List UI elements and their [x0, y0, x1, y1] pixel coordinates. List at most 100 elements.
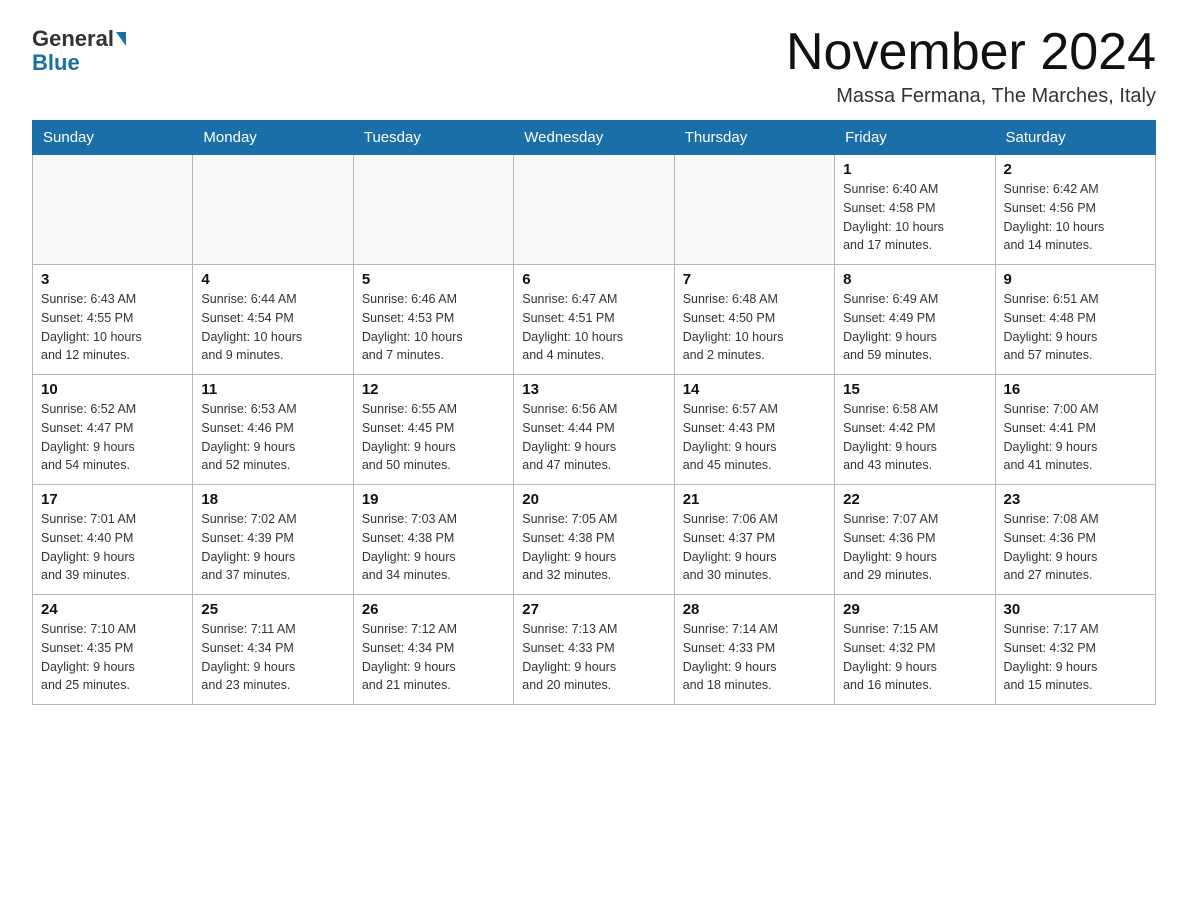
- calendar-cell: 20 Sunrise: 7:05 AM Sunset: 4:38 PM Dayli…: [514, 485, 674, 595]
- calendar-table: SundayMondayTuesdayWednesdayThursdayFrid…: [32, 120, 1156, 705]
- day-number: 4: [201, 271, 344, 288]
- day-info: Sunrise: 7:13 AM Sunset: 4:33 PM Dayligh…: [522, 620, 665, 695]
- day-info: Sunrise: 6:46 AM Sunset: 4:53 PM Dayligh…: [362, 290, 505, 365]
- calendar-cell: 1 Sunrise: 6:40 AM Sunset: 4:58 PM Daylig…: [835, 155, 995, 265]
- calendar-cell: [674, 155, 834, 265]
- day-number: 11: [201, 381, 344, 398]
- day-info: Sunrise: 7:03 AM Sunset: 4:38 PM Dayligh…: [362, 510, 505, 585]
- day-info: Sunrise: 6:52 AM Sunset: 4:47 PM Dayligh…: [41, 400, 184, 475]
- day-number: 16: [1004, 381, 1147, 398]
- day-number: 7: [683, 271, 826, 288]
- day-info: Sunrise: 6:57 AM Sunset: 4:43 PM Dayligh…: [683, 400, 826, 475]
- calendar-cell: 4 Sunrise: 6:44 AM Sunset: 4:54 PM Daylig…: [193, 265, 353, 375]
- day-info: Sunrise: 7:02 AM Sunset: 4:39 PM Dayligh…: [201, 510, 344, 585]
- day-info: Sunrise: 7:01 AM Sunset: 4:40 PM Dayligh…: [41, 510, 184, 585]
- day-info: Sunrise: 7:08 AM Sunset: 4:36 PM Dayligh…: [1004, 510, 1147, 585]
- calendar-cell: 30 Sunrise: 7:17 AM Sunset: 4:32 PM Dayli…: [995, 595, 1155, 705]
- day-info: Sunrise: 7:00 AM Sunset: 4:41 PM Dayligh…: [1004, 400, 1147, 475]
- logo-blue-text: Blue: [32, 50, 80, 76]
- day-number: 1: [843, 161, 986, 178]
- day-number: 10: [41, 381, 184, 398]
- calendar-cell: 10 Sunrise: 6:52 AM Sunset: 4:47 PM Dayli…: [33, 375, 193, 485]
- day-number: 29: [843, 601, 986, 618]
- week-row-2: 3 Sunrise: 6:43 AM Sunset: 4:55 PM Daylig…: [33, 265, 1156, 375]
- calendar-cell: 12 Sunrise: 6:55 AM Sunset: 4:45 PM Dayli…: [353, 375, 513, 485]
- calendar-cell: 23 Sunrise: 7:08 AM Sunset: 4:36 PM Dayli…: [995, 485, 1155, 595]
- day-number: 26: [362, 601, 505, 618]
- day-info: Sunrise: 7:14 AM Sunset: 4:33 PM Dayligh…: [683, 620, 826, 695]
- day-info: Sunrise: 6:40 AM Sunset: 4:58 PM Dayligh…: [843, 180, 986, 255]
- day-info: Sunrise: 6:49 AM Sunset: 4:49 PM Dayligh…: [843, 290, 986, 365]
- day-info: Sunrise: 6:58 AM Sunset: 4:42 PM Dayligh…: [843, 400, 986, 475]
- calendar-cell: 21 Sunrise: 7:06 AM Sunset: 4:37 PM Dayli…: [674, 485, 834, 595]
- day-number: 2: [1004, 161, 1147, 178]
- day-number: 14: [683, 381, 826, 398]
- day-info: Sunrise: 6:53 AM Sunset: 4:46 PM Dayligh…: [201, 400, 344, 475]
- day-number: 28: [683, 601, 826, 618]
- week-row-5: 24Sunrise: 7:10 AM Sunset: 4:35 PM Dayli…: [33, 595, 1156, 705]
- day-info: Sunrise: 7:05 AM Sunset: 4:38 PM Dayligh…: [522, 510, 665, 585]
- calendar-cell: 9 Sunrise: 6:51 AM Sunset: 4:48 PM Daylig…: [995, 265, 1155, 375]
- page-header: General Blue November 2024 Massa Fermana…: [32, 24, 1156, 108]
- calendar-cell: 16 Sunrise: 7:00 AM Sunset: 4:41 PM Dayli…: [995, 375, 1155, 485]
- weekday-header-tuesday: Tuesday: [353, 121, 513, 155]
- logo: General Blue: [32, 24, 126, 76]
- day-number: 25: [201, 601, 344, 618]
- calendar-cell: [33, 155, 193, 265]
- day-number: 8: [843, 271, 986, 288]
- calendar-cell: 13Sunrise: 6:56 AM Sunset: 4:44 PM Dayli…: [514, 375, 674, 485]
- calendar-cell: 5 Sunrise: 6:46 AM Sunset: 4:53 PM Daylig…: [353, 265, 513, 375]
- calendar-cell: 29 Sunrise: 7:15 AM Sunset: 4:32 PM Dayli…: [835, 595, 995, 705]
- day-number: 21: [683, 491, 826, 508]
- day-info: Sunrise: 7:11 AM Sunset: 4:34 PM Dayligh…: [201, 620, 344, 695]
- weekday-header-thursday: Thursday: [674, 121, 834, 155]
- day-info: Sunrise: 7:15 AM Sunset: 4:32 PM Dayligh…: [843, 620, 986, 695]
- day-number: 15: [843, 381, 986, 398]
- day-info: Sunrise: 6:42 AM Sunset: 4:56 PM Dayligh…: [1004, 180, 1147, 255]
- calendar-cell: 11 Sunrise: 6:53 AM Sunset: 4:46 PM Dayli…: [193, 375, 353, 485]
- day-info: Sunrise: 6:47 AM Sunset: 4:51 PM Dayligh…: [522, 290, 665, 365]
- day-number: 6: [522, 271, 665, 288]
- day-number: 20: [522, 491, 665, 508]
- day-info: Sunrise: 6:51 AM Sunset: 4:48 PM Dayligh…: [1004, 290, 1147, 365]
- calendar-cell: 19 Sunrise: 7:03 AM Sunset: 4:38 PM Dayli…: [353, 485, 513, 595]
- calendar-cell: 14 Sunrise: 6:57 AM Sunset: 4:43 PM Dayli…: [674, 375, 834, 485]
- day-number: 5: [362, 271, 505, 288]
- calendar-cell: 3 Sunrise: 6:43 AM Sunset: 4:55 PM Daylig…: [33, 265, 193, 375]
- day-number: 12: [362, 381, 505, 398]
- day-info: Sunrise: 7:12 AM Sunset: 4:34 PM Dayligh…: [362, 620, 505, 695]
- weekday-header-friday: Friday: [835, 121, 995, 155]
- day-number: 9: [1004, 271, 1147, 288]
- calendar-cell: 25 Sunrise: 7:11 AM Sunset: 4:34 PM Dayli…: [193, 595, 353, 705]
- weekday-header-wednesday: Wednesday: [514, 121, 674, 155]
- week-row-4: 17Sunrise: 7:01 AM Sunset: 4:40 PM Dayli…: [33, 485, 1156, 595]
- day-info: Sunrise: 7:17 AM Sunset: 4:32 PM Dayligh…: [1004, 620, 1147, 695]
- calendar-cell: 24Sunrise: 7:10 AM Sunset: 4:35 PM Dayli…: [33, 595, 193, 705]
- day-number: 30: [1004, 601, 1147, 618]
- day-number: 23: [1004, 491, 1147, 508]
- calendar-cell: 26 Sunrise: 7:12 AM Sunset: 4:34 PM Dayli…: [353, 595, 513, 705]
- day-info: Sunrise: 7:06 AM Sunset: 4:37 PM Dayligh…: [683, 510, 826, 585]
- day-info: Sunrise: 6:56 AM Sunset: 4:44 PM Dayligh…: [522, 400, 665, 475]
- logo-general-text: General: [32, 28, 114, 50]
- day-number: 19: [362, 491, 505, 508]
- day-info: Sunrise: 6:48 AM Sunset: 4:50 PM Dayligh…: [683, 290, 826, 365]
- day-info: Sunrise: 6:55 AM Sunset: 4:45 PM Dayligh…: [362, 400, 505, 475]
- month-title: November 2024: [786, 24, 1156, 81]
- weekday-header-row: SundayMondayTuesdayWednesdayThursdayFrid…: [33, 121, 1156, 155]
- calendar-cell: 6 Sunrise: 6:47 AM Sunset: 4:51 PM Daylig…: [514, 265, 674, 375]
- day-number: 3: [41, 271, 184, 288]
- day-number: 27: [522, 601, 665, 618]
- day-info: Sunrise: 7:07 AM Sunset: 4:36 PM Dayligh…: [843, 510, 986, 585]
- weekday-header-monday: Monday: [193, 121, 353, 155]
- day-info: Sunrise: 7:10 AM Sunset: 4:35 PM Dayligh…: [41, 620, 184, 695]
- week-row-3: 10 Sunrise: 6:52 AM Sunset: 4:47 PM Dayli…: [33, 375, 1156, 485]
- calendar-cell: [193, 155, 353, 265]
- weekday-header-saturday: Saturday: [995, 121, 1155, 155]
- calendar-cell: 22Sunrise: 7:07 AM Sunset: 4:36 PM Dayli…: [835, 485, 995, 595]
- day-info: Sunrise: 6:43 AM Sunset: 4:55 PM Dayligh…: [41, 290, 184, 365]
- day-number: 18: [201, 491, 344, 508]
- calendar-cell: 7 Sunrise: 6:48 AM Sunset: 4:50 PM Daylig…: [674, 265, 834, 375]
- title-block: November 2024 Massa Fermana, The Marches…: [786, 24, 1156, 108]
- day-info: Sunrise: 6:44 AM Sunset: 4:54 PM Dayligh…: [201, 290, 344, 365]
